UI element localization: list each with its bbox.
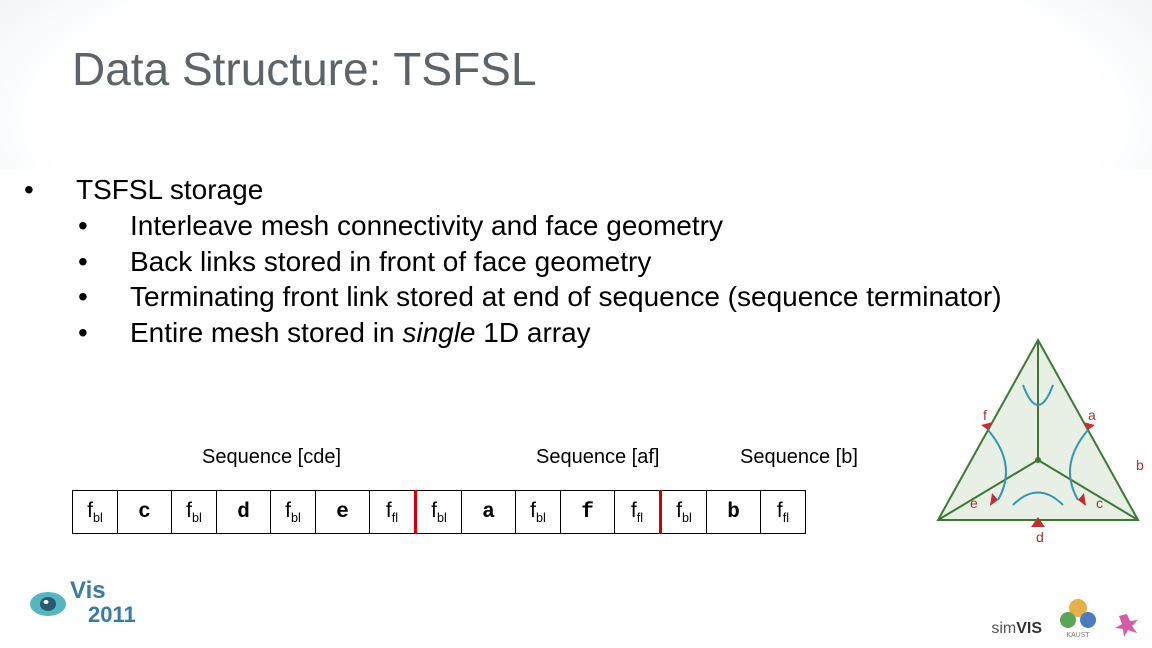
fbl-cell: fbl <box>73 491 118 534</box>
vis2011-logo: Vis 2011 <box>26 574 186 634</box>
bullet-l2-2-text: Terminating front link stored at end of … <box>130 281 1002 312</box>
sequence-table: fblcfbldfblefflfblafblffflfblbffl <box>72 490 806 534</box>
tri-label-c: c <box>1096 495 1103 511</box>
bullet-l2-1: •Back links stored in front of face geom… <box>50 244 1070 280</box>
vis-text: Vis <box>70 577 106 604</box>
tri-label-a: a <box>1088 407 1096 423</box>
bullet-l2-3-text: Entire mesh stored in single 1D array <box>130 317 591 348</box>
fbl-cell: fbl <box>172 491 217 534</box>
bullet-l2-3: •Entire mesh stored in single 1D array <box>50 315 1070 351</box>
simvis-logo: simVIS <box>991 620 1042 638</box>
bullet-l1-text: TSFSL storage <box>76 174 263 205</box>
ffl-cell: ffl <box>615 491 661 534</box>
tri-label-b: b <box>1136 457 1144 473</box>
pink-splat-icon <box>1114 612 1140 638</box>
fbl-cell: fbl <box>661 491 707 534</box>
face-cell-d: d <box>217 491 271 534</box>
fbl-cell: fbl <box>416 491 462 534</box>
slide-title: Data Structure: TSFSL <box>72 42 536 96</box>
bullet-l2-1-text: Back links stored in front of face geome… <box>130 246 651 277</box>
triangle-diagram: a b c d e f <box>928 330 1148 550</box>
face-cell-c: c <box>118 491 172 534</box>
face-cell-e: e <box>316 491 370 534</box>
svg-text:KAUST: KAUST <box>1066 632 1090 638</box>
footer-logos: simVIS KAUST <box>970 588 1140 638</box>
tri-label-d: d <box>1036 529 1044 545</box>
year-text: 2011 <box>88 602 136 627</box>
seq-label-cde: Sequence [cde] <box>202 446 341 469</box>
tri-label-f: f <box>983 407 987 423</box>
ffl-cell: ffl <box>761 491 806 534</box>
fbl-cell: fbl <box>271 491 316 534</box>
bullet-l2-0-text: Interleave mesh connectivity and face ge… <box>130 210 723 241</box>
face-cell-b: b <box>707 491 761 534</box>
face-cell-f: f <box>561 491 615 534</box>
bullet-l2-2: •Terminating front link stored at end of… <box>50 279 1070 315</box>
face-cell-a: a <box>462 491 516 534</box>
fbl-cell: fbl <box>516 491 561 534</box>
bullet-l2-0: •Interleave mesh connectivity and face g… <box>50 208 1070 244</box>
bullet-l1: •TSFSL storage <box>50 172 1070 208</box>
bullet-list: •TSFSL storage •Interleave mesh connecti… <box>50 172 1070 351</box>
tri-label-e: e <box>970 495 978 511</box>
seq-label-b: Sequence [b] <box>740 446 858 469</box>
seq-label-af: Sequence [af] <box>536 446 659 469</box>
kaust-logo: KAUST <box>1054 590 1102 638</box>
ffl-cell: ffl <box>370 491 416 534</box>
